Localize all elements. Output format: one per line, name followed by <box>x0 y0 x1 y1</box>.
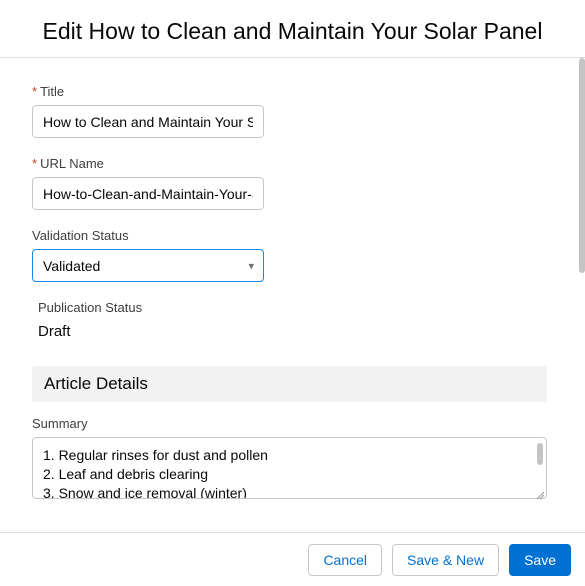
modal-scrollbar-thumb[interactable] <box>579 58 585 273</box>
modal-body: Title URL Name Validation Status Validat… <box>0 58 585 534</box>
textarea-scroll-thumb[interactable] <box>537 443 543 465</box>
modal-footer: Cancel Save & New Save <box>0 532 585 586</box>
page-title: Edit How to Clean and Maintain Your Sola… <box>0 0 585 58</box>
url-name-input[interactable] <box>32 177 264 210</box>
validation-status-label: Validation Status <box>32 228 547 243</box>
summary-label: Summary <box>32 416 547 431</box>
modal-scrollbar-track[interactable] <box>579 58 585 534</box>
edit-article-modal: Edit How to Clean and Maintain Your Sola… <box>0 0 585 586</box>
publication-status-label: Publication Status <box>38 300 547 315</box>
section-article-details: Article Details <box>32 366 547 402</box>
summary-textarea[interactable] <box>32 437 547 499</box>
save-button[interactable]: Save <box>509 544 571 576</box>
validation-status-value: Validated <box>43 258 100 274</box>
url-name-label: URL Name <box>32 156 547 171</box>
publication-status-value: Draft <box>32 321 547 340</box>
cancel-button[interactable]: Cancel <box>308 544 382 576</box>
save-and-new-button[interactable]: Save & New <box>392 544 499 576</box>
validation-status-select[interactable]: Validated <box>32 249 264 282</box>
title-input[interactable] <box>32 105 264 138</box>
title-label: Title <box>32 84 547 99</box>
